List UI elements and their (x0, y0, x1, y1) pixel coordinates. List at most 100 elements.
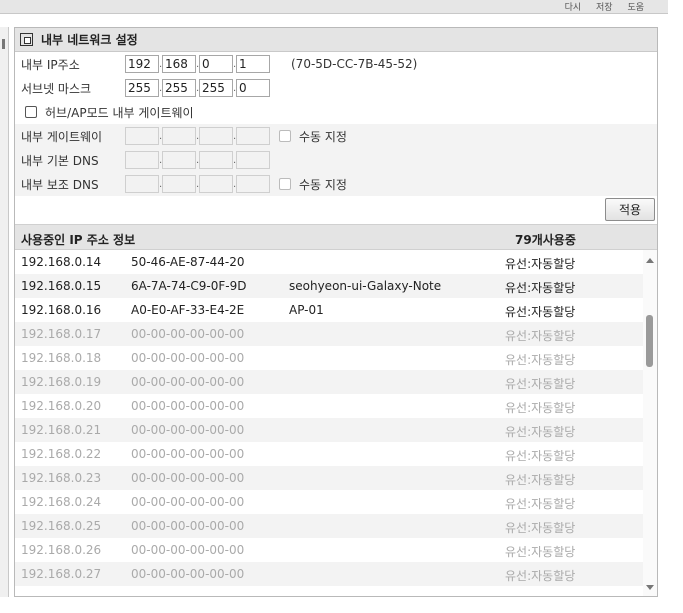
row-ip-address: 192.168.0.16 (21, 303, 102, 317)
top-toolbar: 다시 저장 도움 (0, 0, 668, 14)
ip-list-row[interactable]: 192.168.0.15 6A-7A-74-C9-0F-9D seohyeon-ui… (15, 274, 657, 298)
row-mac-address: 00-00-00-00-00-00 (131, 543, 245, 557)
dns-manual-label: 수동 지정 (299, 177, 347, 192)
dns1-octet-3[interactable] (199, 151, 233, 169)
dns1-octet-4[interactable] (236, 151, 270, 169)
primary-dns-inputs: . . . (125, 151, 270, 169)
row-mac-address: 00-00-00-00-00-00 (131, 447, 245, 461)
row-device-name: AP-01 (289, 303, 324, 317)
dns2-octet-4[interactable] (236, 175, 270, 193)
subnet-mask-label: 서브넷 마스크 (21, 81, 92, 96)
gateway-manual-checkbox[interactable] (279, 130, 291, 142)
row-mac-address: 00-00-00-00-00-00 (131, 567, 245, 581)
dns1-octet-1[interactable] (125, 151, 159, 169)
row-assignment-type: 유선:자동할당 (505, 449, 576, 463)
internal-ip-row: 내부 IP주소 . . . (70-5D-CC-7B-45-52) (15, 52, 657, 76)
gateway-octet-4[interactable] (236, 127, 270, 145)
row-mac-address: 6A-7A-74-C9-0F-9D (131, 279, 247, 293)
row-mac-address: 50-46-AE-87-44-20 (131, 255, 245, 269)
row-mac-address: 00-00-00-00-00-00 (131, 351, 245, 365)
subnet-octet-2[interactable] (162, 79, 196, 97)
ip-list-row[interactable]: 192.168.0.21 00-00-00-00-00-00 유선:자동할당 (15, 418, 657, 442)
gateway-octet-1[interactable] (125, 127, 159, 145)
secondary-dns-label: 내부 보조 DNS (21, 177, 99, 192)
row-ip-address: 192.168.0.25 (21, 519, 102, 533)
primary-dns-row: 내부 기본 DNS . . . (15, 148, 657, 172)
row-ip-address: 192.168.0.21 (21, 423, 102, 437)
ip-list-row[interactable]: 192.168.0.17 00-00-00-00-00-00 유선:자동할당 (15, 322, 657, 346)
row-ip-address: 192.168.0.27 (21, 567, 102, 581)
row-ip-address: 192.168.0.17 (21, 327, 102, 341)
row-ip-address: 192.168.0.14 (21, 255, 102, 269)
gateway-manual-option: 수동 지정 (279, 128, 347, 145)
subnet-octet-1[interactable] (125, 79, 159, 97)
ip-list-row[interactable]: 192.168.0.16 A0-E0-AF-33-E4-2E AP-01 유선:자동할… (15, 298, 657, 322)
row-assignment-type: 유선:자동할당 (505, 497, 576, 511)
gateway-manual-label: 수동 지정 (299, 129, 347, 144)
dns-manual-checkbox[interactable] (279, 178, 291, 190)
subnet-octet-3[interactable] (199, 79, 233, 97)
dns1-octet-2[interactable] (162, 151, 196, 169)
row-assignment-type: 유선:자동할당 (505, 521, 576, 535)
ip-list-row[interactable]: 192.168.0.18 00-00-00-00-00-00 유선:자동할당 (15, 346, 657, 370)
row-ip-address: 192.168.0.19 (21, 375, 102, 389)
ip-list-row[interactable]: 192.168.0.23 00-00-00-00-00-00 유선:자동할당 (15, 466, 657, 490)
panel-header: 내부 네트워크 설정 (15, 28, 657, 52)
hub-ap-checkbox[interactable] (25, 106, 37, 118)
ip-octet-4[interactable] (236, 55, 270, 73)
row-ip-address: 192.168.0.24 (21, 495, 102, 509)
scroll-up-arrow-icon[interactable] (646, 258, 654, 263)
gateway-octet-3[interactable] (199, 127, 233, 145)
apply-button[interactable]: 적용 (605, 198, 655, 221)
top-link-save[interactable]: 저장 (596, 3, 613, 13)
ip-octet-1[interactable] (125, 55, 159, 73)
left-panel-edge (0, 27, 9, 597)
gateway-row: 내부 게이트웨이 . . . 수동 지정 (15, 124, 657, 148)
ip-list-rows: 192.168.0.14 50-46-AE-87-44-20 유선:자동할당 192.… (15, 250, 657, 586)
top-link-help[interactable]: 도움 (627, 3, 644, 13)
dns2-octet-1[interactable] (125, 175, 159, 193)
ip-list: 192.168.0.14 50-46-AE-87-44-20 유선:자동할당 192.… (15, 250, 657, 596)
ip-list-header: 사용중인 IP 주소 정보 79개사용중 (15, 224, 657, 250)
dns2-octet-2[interactable] (162, 175, 196, 193)
secondary-dns-row: 내부 보조 DNS . . . 수동 지정 (15, 172, 657, 196)
ip-list-row[interactable]: 192.168.0.19 00-00-00-00-00-00 유선:자동할당 (15, 370, 657, 394)
window-icon (20, 33, 33, 46)
ip-octet-2[interactable] (162, 55, 196, 73)
subnet-mask-row: 서브넷 마스크 . . . (15, 76, 657, 100)
row-assignment-type: 유선:자동할당 (505, 569, 576, 583)
row-assignment-type: 유선:자동할당 (505, 329, 576, 343)
subnet-mask-inputs: . . . (125, 79, 270, 97)
row-assignment-type: 유선:자동할당 (505, 545, 576, 559)
row-ip-address: 192.168.0.18 (21, 351, 102, 365)
row-assignment-type: 유선:자동할당 (505, 473, 576, 487)
left-panel-nub (2, 39, 5, 49)
ip-list-scrollbar[interactable] (643, 250, 657, 596)
subnet-octet-4[interactable] (236, 79, 270, 97)
scroll-down-arrow-icon[interactable] (646, 585, 654, 590)
row-assignment-type: 유선:자동할당 (505, 257, 576, 271)
ip-list-row[interactable]: 192.168.0.27 00-00-00-00-00-00 유선:자동할당 (15, 562, 657, 586)
dns2-octet-3[interactable] (199, 175, 233, 193)
row-device-name: seohyeon-ui-Galaxy-Note (289, 279, 442, 293)
top-link-reset[interactable]: 다시 (565, 3, 582, 13)
ip-list-row[interactable]: 192.168.0.26 00-00-00-00-00-00 유선:자동할당 (15, 538, 657, 562)
row-ip-address: 192.168.0.15 (21, 279, 102, 293)
ip-list-row[interactable]: 192.168.0.20 00-00-00-00-00-00 유선:자동할당 (15, 394, 657, 418)
ip-list-row[interactable]: 192.168.0.14 50-46-AE-87-44-20 유선:자동할당 (15, 250, 657, 274)
ip-list-count: 79개사용중 (515, 233, 576, 247)
scroll-thumb[interactable] (646, 315, 653, 367)
gateway-label: 내부 게이트웨이 (21, 129, 103, 144)
row-mac-address: 00-00-00-00-00-00 (131, 519, 245, 533)
hub-ap-label: 허브/AP모드 내부 게이트웨이 (45, 105, 194, 120)
row-mac-address: 00-00-00-00-00-00 (131, 399, 245, 413)
row-assignment-type: 유선:자동할당 (505, 377, 576, 391)
internal-ip-label: 내부 IP주소 (21, 57, 80, 72)
gateway-octet-2[interactable] (162, 127, 196, 145)
ip-list-row[interactable]: 192.168.0.25 00-00-00-00-00-00 유선:자동할당 (15, 514, 657, 538)
ip-list-row[interactable]: 192.168.0.24 00-00-00-00-00-00 유선:자동할당 (15, 490, 657, 514)
ip-octet-3[interactable] (199, 55, 233, 73)
row-ip-address: 192.168.0.26 (21, 543, 102, 557)
row-assignment-type: 유선:자동할당 (505, 305, 576, 319)
ip-list-row[interactable]: 192.168.0.22 00-00-00-00-00-00 유선:자동할당 (15, 442, 657, 466)
